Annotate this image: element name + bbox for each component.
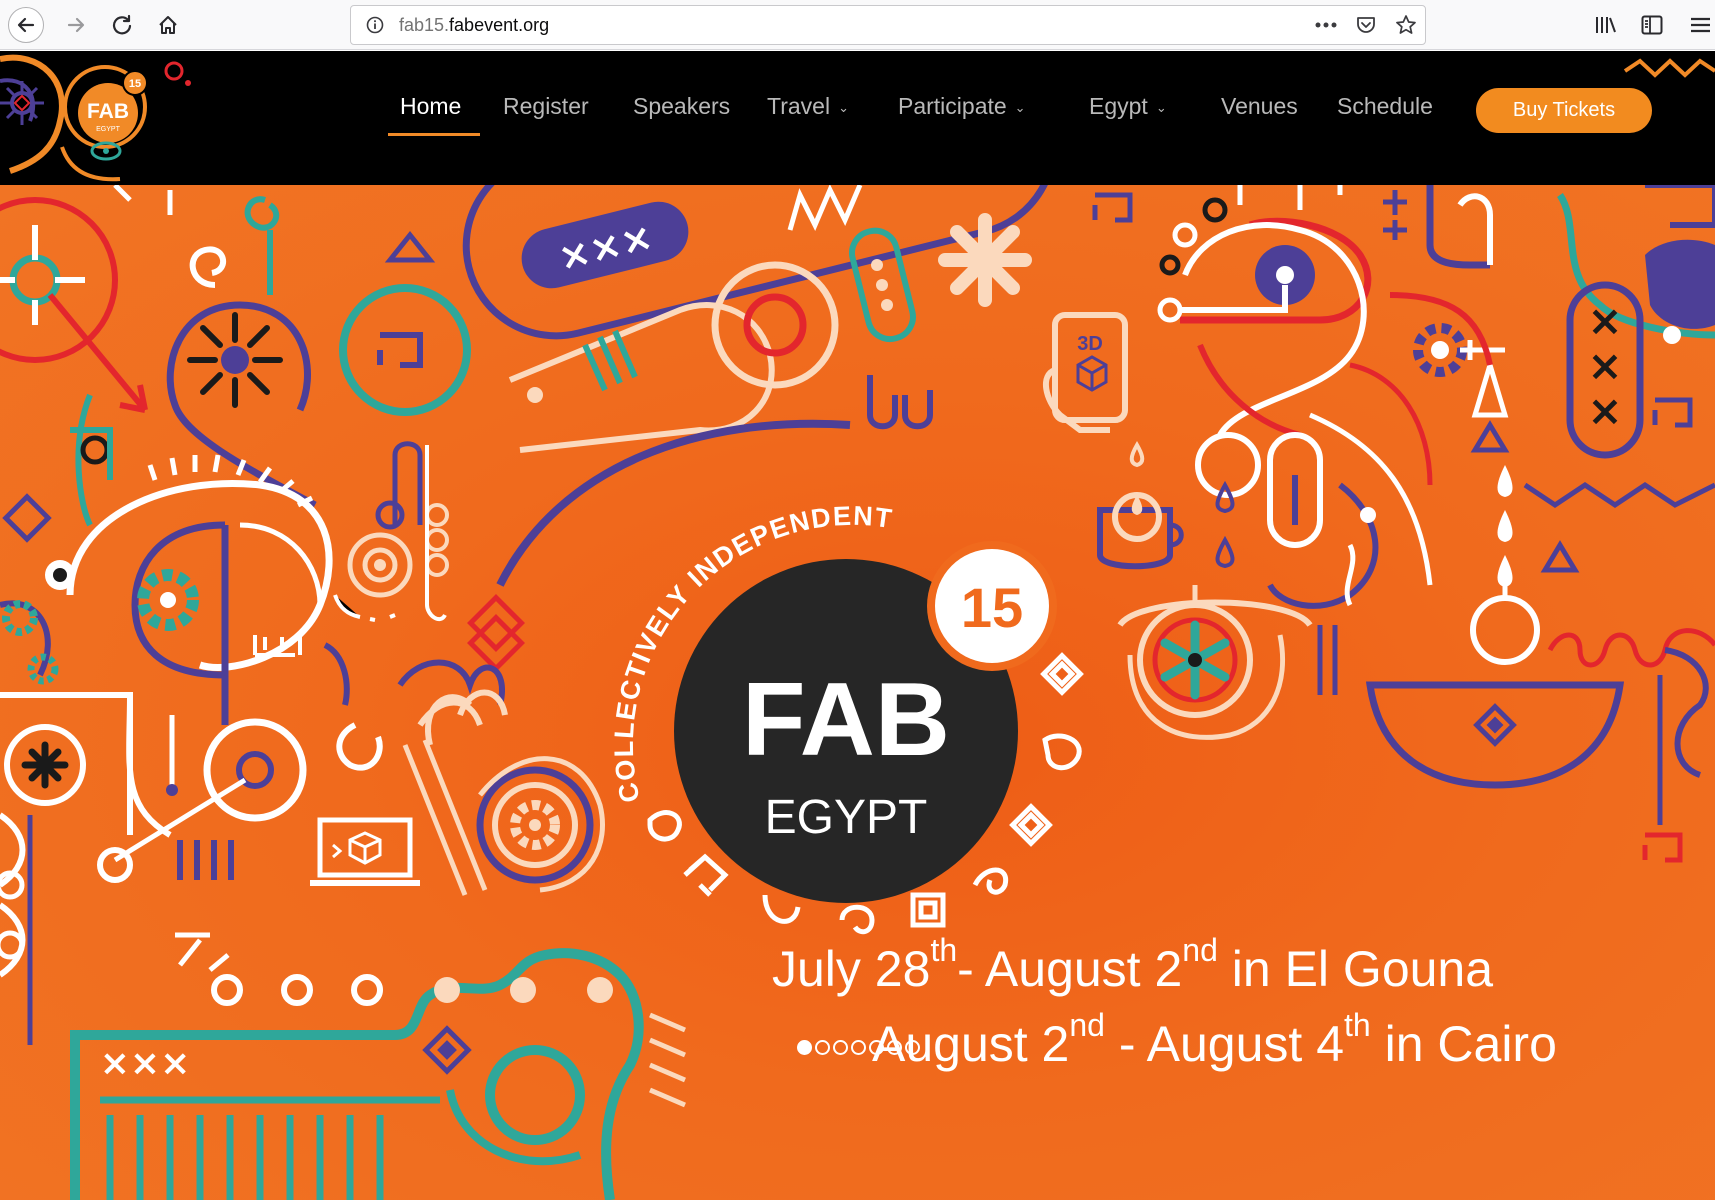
emblem-subtitle: EGYPT [765,791,928,844]
back-button[interactable] [8,7,44,43]
nav-register[interactable]: Register [503,91,589,121]
site-info-icon[interactable] [363,6,387,44]
date-ordinal: th [1344,1007,1371,1043]
fab-egypt-emblem: 15 FAB EGYPT COLLECTIVELY INDEPENDENT [609,501,1084,935]
nav-home[interactable]: Home [400,91,461,121]
emblem-badge: 15 [961,576,1023,639]
url-domain: fabevent.org [449,15,550,35]
slider-dot-3[interactable] [833,1040,848,1055]
forward-arrow-icon [67,17,85,33]
slider-dot-6[interactable] [887,1040,902,1055]
library-button[interactable] [1588,7,1624,43]
flower-icon [938,213,1032,307]
url-bar[interactable]: fab15.fabevent.org [350,5,1426,45]
website: FAB EGYPT 15 Home Register Speakers Trav… [0,51,1715,1200]
nav-participate-label: Participate [898,93,1007,119]
date-location: in El Gouna [1217,941,1494,997]
menu-icon [1690,17,1710,33]
forward-button[interactable] [58,7,94,43]
emblem-title: FAB [742,662,950,778]
date-part: - August 4 [1104,1016,1345,1072]
date-ordinal: nd [1182,932,1218,968]
nav-egypt[interactable]: Egypt ⌄ [1089,91,1167,121]
pocket-icon[interactable] [1351,6,1381,44]
site-logo[interactable]: FAB EGYPT 15 [0,51,200,185]
date-part: July 28 [772,941,931,997]
slider-dot-5[interactable] [869,1040,884,1055]
svg-text:×: × [1587,296,1622,345]
slider-dot-4[interactable] [851,1040,866,1055]
url-text[interactable]: fab15.fabevent.org [399,6,549,44]
gear-icon [1413,323,1467,377]
nav-travel[interactable]: Travel ⌄ [767,91,849,121]
svg-text:×: × [1587,386,1622,435]
gear-icon [137,569,199,631]
sidebar-button[interactable] [1634,7,1670,43]
svg-text:3D: 3D [1077,333,1103,355]
date-part: - August 2 [957,941,1183,997]
gear-icon [510,800,560,850]
chevron-down-icon: ⌄ [838,99,849,115]
url-subdomain: fab15. [399,15,450,35]
nav-travel-label: Travel [767,93,831,119]
bookmark-star-icon[interactable] [1391,6,1421,44]
browser-toolbar: fab15.fabevent.org [0,0,1715,50]
date-line-el-gouna: July 28th- August 2nd in El Gouna [772,932,1494,998]
date-location: in Cairo [1370,1016,1557,1072]
nav-active-indicator [388,133,480,136]
logo-subtitle: EGYPT [96,126,120,133]
logo-badge: 15 [129,78,141,90]
nav-participate[interactable]: Participate ⌄ [898,91,1026,121]
slider-dot-2[interactable] [815,1040,830,1055]
logo-title: FAB [87,100,129,123]
home-button[interactable] [150,7,186,43]
buy-tickets-button[interactable]: Buy Tickets [1476,88,1652,133]
slider-dot-7[interactable] [905,1040,920,1055]
sun-icon [0,81,44,125]
date-line-cairo: August 2nd - August 4th in Cairo [872,1007,1557,1073]
sun-icon [187,312,283,408]
reload-icon [112,14,132,35]
back-arrow-icon [17,17,35,33]
menu-button[interactable] [1682,7,1715,43]
slider-dot-1[interactable] [797,1040,812,1055]
slider-pagination [797,1040,920,1055]
library-icon [1596,17,1616,33]
date-ordinal: nd [1069,1007,1105,1043]
site-header: FAB EGYPT 15 Home Register Speakers Trav… [0,51,1715,185]
date-ordinal: th [930,932,958,968]
nav-schedule[interactable]: Schedule [1337,91,1433,121]
sidebar-icon [1641,15,1663,35]
page-actions-icon[interactable] [1311,6,1341,44]
hero-banner: ××× 3D × × × ××× 15 FAB EGYPT COLLECTIVE… [0,185,1715,1200]
zigzag-decoration [1623,58,1715,78]
home-icon [159,16,177,34]
chevron-down-icon: ⌄ [1155,99,1167,115]
nav-speakers[interactable]: Speakers [633,91,730,121]
svg-text:×××: ××× [100,1043,191,1084]
nav-egypt-label: Egypt [1089,93,1148,119]
nav-venues[interactable]: Venues [1221,91,1298,121]
svg-text:×: × [1587,341,1622,390]
reload-button[interactable] [104,7,140,43]
chevron-down-icon: ⌄ [1014,99,1026,115]
